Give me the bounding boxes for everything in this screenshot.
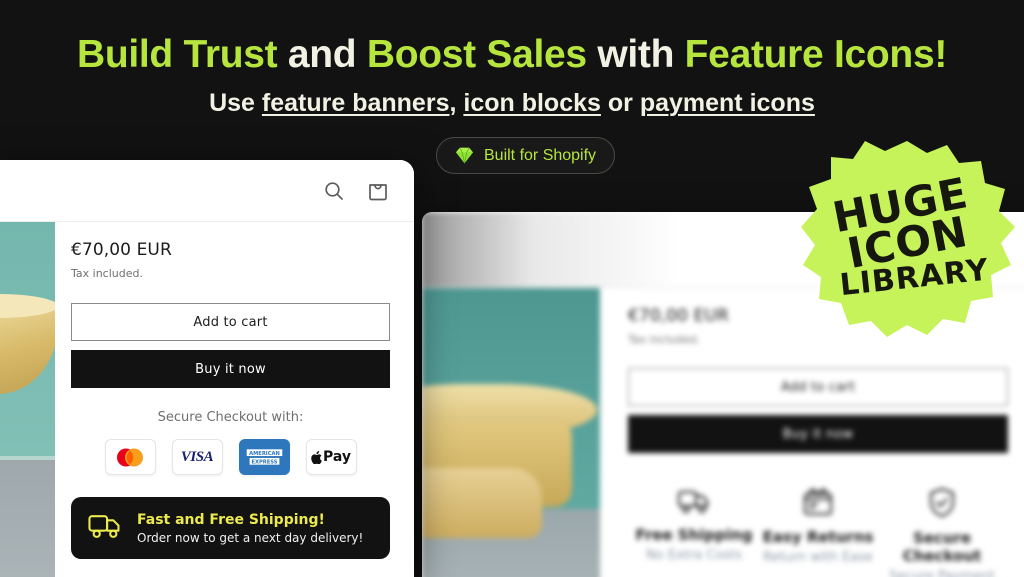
front-card-header — [0, 160, 414, 222]
feature-title: Free Shipping — [635, 526, 753, 544]
gem-icon — [455, 147, 474, 164]
subtitle-prefix: Use — [209, 89, 262, 117]
apple-pay-icon: Pay — [305, 439, 357, 475]
subtitle-link-feature-banners: feature banners — [261, 89, 450, 117]
back-buy-it-now-button[interactable]: Buy it now — [628, 415, 1008, 453]
truck-icon — [632, 487, 756, 515]
page-title: Build Trust and Boost Sales with Feature… — [0, 33, 1024, 77]
front-product-image — [0, 222, 55, 577]
built-for-shopify-label: Built for Shopify — [484, 146, 597, 164]
feature-icon-blocks: Free Shipping No Extra Costs Easy Return… — [628, 487, 1008, 577]
shipping-banner[interactable]: Fast and Free Shipping! Order now to get… — [71, 497, 390, 559]
headline-part-3: Boost Sales — [366, 33, 598, 76]
back-product-image — [422, 288, 600, 577]
truck-icon — [87, 511, 123, 545]
subtitle-sep-1: , — [449, 89, 464, 117]
huge-icon-library-badge: HUGE ICON LIBRARY — [799, 139, 1015, 339]
buy-it-now-button[interactable]: Buy it now — [71, 350, 390, 388]
visa-label: VISA — [180, 448, 214, 465]
feature-block-secure-checkout[interactable]: Secure Checkout Secure Payment — [880, 487, 1004, 577]
return-box-icon — [756, 487, 880, 517]
add-to-cart-button[interactable]: Add to cart — [71, 303, 390, 341]
shipping-banner-subtitle: Order now to get a next day delivery! — [137, 530, 364, 545]
feature-block-free-shipping[interactable]: Free Shipping No Extra Costs — [632, 487, 756, 577]
headline-part-5: Feature Icons! — [684, 33, 948, 76]
feature-title: Easy Returns — [762, 528, 874, 546]
feature-block-easy-returns[interactable]: Easy Returns Return with Ease — [756, 487, 880, 577]
subtitle-link-icon-blocks: icon blocks — [463, 89, 601, 117]
payment-icons-row: VISA AMERICAN EXPRESS Pay — [71, 439, 390, 475]
shopping-bag-icon[interactable] — [366, 179, 390, 203]
front-tax-note: Tax included. — [71, 267, 143, 280]
starburst-text: HUGE ICON LIBRARY — [782, 120, 1024, 358]
feature-title: Secure Checkout — [902, 529, 982, 565]
svg-text:EXPRESS: EXPRESS — [251, 460, 277, 466]
page-subtitle: Use feature banners, icon blocks or paym… — [0, 89, 1024, 118]
feature-subtitle: Return with Ease — [763, 550, 873, 565]
apple-pay-label: Pay — [322, 449, 352, 465]
mastercard-icon — [104, 439, 156, 475]
subtitle-link-payment-icons: payment icons — [639, 89, 815, 117]
front-product-price: €70,00 EUR — [71, 240, 172, 260]
headline-part-4: with — [597, 33, 685, 76]
search-icon[interactable] — [322, 179, 346, 203]
built-for-shopify-badge[interactable]: Built for Shopify — [436, 137, 616, 174]
visa-icon: VISA — [171, 439, 223, 475]
subtitle-sep-2: or — [600, 89, 640, 117]
feature-subtitle: No Extra Costs — [646, 548, 742, 563]
feature-subtitle: Secure Payment — [889, 569, 995, 577]
secure-checkout-label: Secure Checkout with: — [157, 410, 304, 425]
product-card-foreground: €70,00 EUR Tax included. Add to cart Buy… — [0, 160, 414, 577]
back-add-to-cart-button[interactable]: Add to cart — [628, 368, 1008, 406]
headline-part-1: Build Trust — [76, 33, 288, 76]
headline-part-2: and — [287, 33, 367, 76]
shipping-banner-title: Fast and Free Shipping! — [137, 511, 325, 528]
shield-check-icon — [880, 487, 1004, 518]
svg-text:AMERICAN: AMERICAN — [249, 451, 280, 457]
amex-icon: AMERICAN EXPRESS — [238, 439, 290, 475]
